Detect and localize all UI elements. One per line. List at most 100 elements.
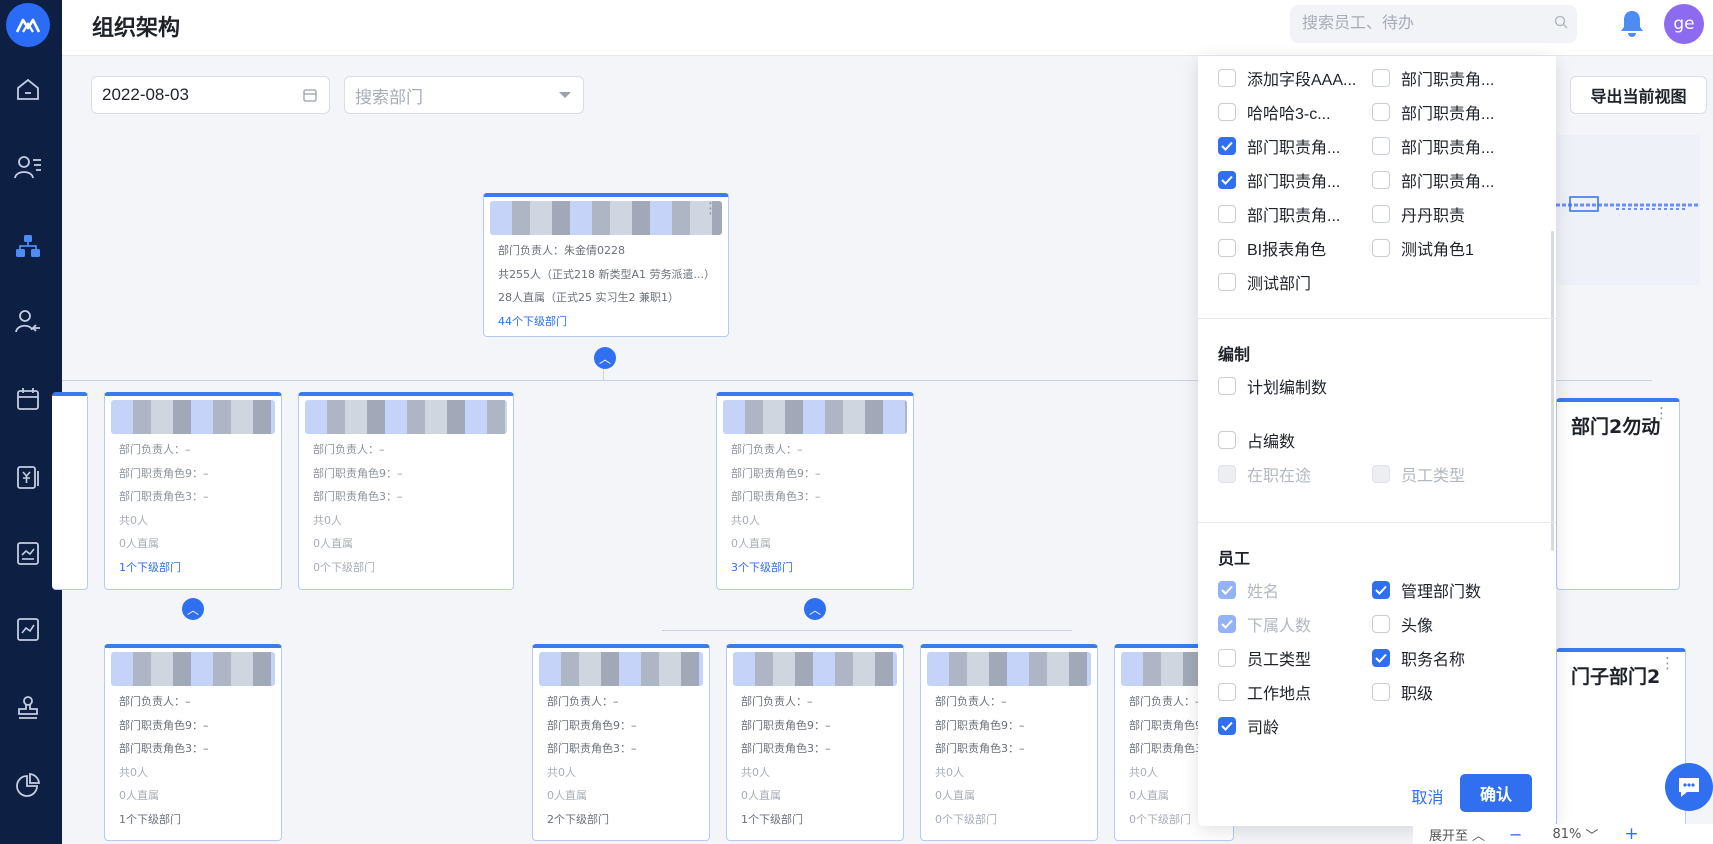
column-option-checkbox[interactable]: 哈哈哈3-c... (1218, 100, 1331, 124)
column-option-checkbox[interactable]: 部门职责角... (1372, 66, 1494, 90)
option-label: 部门职责角... (1247, 174, 1341, 191)
zoom-in-button[interactable]: + (1624, 824, 1638, 844)
org-card[interactable]: 部门2勿动 ⋮ (1556, 398, 1680, 590)
org-card[interactable]: 部门负责人：– 部门职责角色9：– 部门职责角色3：– 共0人 0人直属 1个下… (104, 644, 282, 841)
checkbox-icon (1218, 103, 1236, 121)
org-chart-icon[interactable] (13, 231, 43, 261)
chat-support-button[interactable] (1665, 763, 1713, 811)
column-option-checkbox[interactable]: 部门职责角... (1372, 168, 1494, 192)
divider (1198, 522, 1556, 523)
app-logo[interactable] (6, 3, 50, 47)
column-option-checkbox[interactable]: 占编数 (1218, 428, 1295, 452)
minimap[interactable] (1556, 135, 1700, 285)
column-option-checkbox[interactable]: 计划编制数 (1218, 374, 1327, 398)
section-title-employee: 员工 (1218, 549, 1251, 568)
dept-total: 共255人（正式218 新类型A1 劳务派遣...） (498, 267, 714, 281)
date-value: 2022-08-03 (102, 85, 189, 104)
org-card[interactable]: 部门负责人：– 部门职责角色9：– 部门职责角色3：– 共0人 0人直属 1个下… (104, 392, 282, 590)
org-card-root[interactable]: ⋮ 部门负责人：朱金倩0228 共255人（正式218 新类型A1 劳务派遣..… (483, 193, 729, 337)
dept-total: 共0人 (935, 765, 964, 779)
more-icon[interactable]: ⋮ (1654, 406, 1669, 421)
org-card[interactable]: 部门负责人：– 部门职责角色9：– 部门职责角色3：– 共0人 0人直属 0个下… (920, 644, 1098, 841)
minimap-preview (1556, 196, 1700, 212)
column-option-checkbox[interactable]: BI报表角色 (1218, 236, 1326, 260)
sub-dept-link[interactable]: 44个下级部门 (498, 310, 714, 334)
option-label: 丹丹职责 (1401, 208, 1466, 225)
column-option-checkbox[interactable]: 部门职责角... (1218, 202, 1340, 226)
chevron-down-icon[interactable]: ﹀ (1585, 825, 1598, 844)
column-option-checkbox[interactable]: 丹丹职责 (1372, 202, 1465, 226)
dept-total: 共0人 (741, 765, 770, 779)
sub-dept-link[interactable]: 0个下级部门 (313, 556, 499, 580)
cancel-button[interactable]: 取消 (1405, 781, 1450, 811)
checkbox-checked-icon (1372, 649, 1390, 667)
chevron-up-icon[interactable]: ︿ (1472, 825, 1485, 844)
date-picker[interactable]: 2022-08-03 (91, 76, 330, 114)
column-option-checkbox[interactable]: 测试角色1 (1372, 236, 1474, 260)
expand-to-label[interactable]: 展开至 (1429, 825, 1468, 844)
zoom-out-button[interactable]: − (1509, 825, 1522, 844)
calendar-icon[interactable] (13, 384, 43, 414)
column-option-checkbox[interactable]: 部门职责角... (1218, 168, 1340, 192)
more-icon[interactable]: ⋮ (1660, 656, 1675, 671)
dept-role3: 部门职责角色3：– (935, 742, 1025, 755)
report-icon[interactable] (13, 538, 43, 568)
column-option-checkbox[interactable]: 司龄 (1218, 714, 1279, 738)
blurred-dept-name (490, 201, 722, 235)
column-option-checkbox[interactable]: 职务名称 (1372, 646, 1465, 670)
column-option-checkbox[interactable]: 测试部门 (1218, 270, 1311, 294)
org-card[interactable]: 部门负责人：– 部门职责角色9：– 部门职责角色3：– 共0人 0人直属 0个下… (298, 392, 514, 590)
search-icon[interactable] (1554, 15, 1568, 29)
column-option-checkbox[interactable]: 添加字段AAA... (1218, 66, 1356, 90)
dept-head: 部门负责人：– (119, 695, 191, 708)
collapse-toggle[interactable]: ︿ (804, 598, 826, 620)
confirm-button[interactable]: 确认 (1460, 774, 1532, 812)
option-label: 测试角色1 (1401, 242, 1474, 259)
org-card[interactable]: 门子部门2 ⋮ (1556, 648, 1686, 844)
org-card[interactable]: 部门负责人：– 部门职责角色9：– 部门职责角色3：– 共0人 0人直属 2个下… (532, 644, 710, 841)
checkbox-icon (1218, 69, 1236, 87)
employee-list-icon[interactable] (13, 152, 43, 182)
connector-line (662, 630, 1072, 631)
collapse-toggle[interactable]: ︿ (594, 347, 616, 369)
column-option-checkbox[interactable]: 员工类型 (1218, 646, 1311, 670)
dept-search-select[interactable]: 搜索部门 (344, 76, 584, 114)
export-view-button[interactable]: 导出当前视图 (1570, 76, 1707, 114)
analytics-icon[interactable] (13, 770, 43, 800)
org-card-partial[interactable] (52, 392, 88, 590)
checkbox-checked-icon (1218, 581, 1236, 599)
sub-dept-link[interactable]: 0个下级部门 (935, 808, 1083, 832)
chart-icon[interactable] (13, 614, 43, 644)
column-option-checkbox[interactable]: 职级 (1372, 680, 1433, 704)
user-transfer-icon[interactable] (13, 306, 43, 336)
column-option-checkbox[interactable]: 工作地点 (1218, 680, 1311, 704)
sub-dept-link[interactable]: 3个下级部门 (731, 556, 899, 580)
sub-dept-link[interactable]: 1个下级部门 (741, 808, 889, 832)
avatar[interactable]: ge (1664, 4, 1704, 44)
collapse-toggle[interactable]: ︿ (182, 598, 204, 620)
dept-direct: 28人直属（正式25 实习生2 兼职1） (498, 291, 679, 304)
org-card[interactable]: 部门负责人：– 部门职责角色9：– 部门职责角色3：– 共0人 0人直属 3个下… (716, 392, 914, 590)
salary-icon[interactable] (13, 462, 43, 492)
chevron-down-icon (559, 92, 571, 98)
column-option-checkbox[interactable]: 部门职责角... (1218, 134, 1340, 158)
approval-icon[interactable] (13, 692, 43, 722)
sub-dept-link[interactable]: 2个下级部门 (547, 808, 695, 832)
column-option-checkbox[interactable]: 头像 (1372, 612, 1433, 636)
sub-dept-link[interactable]: 1个下级部门 (119, 808, 267, 832)
bell-icon[interactable] (1618, 8, 1646, 38)
sub-dept-link[interactable]: 1个下级部门 (119, 556, 267, 580)
blurred-dept-name (111, 400, 275, 434)
dept-role9: 部门职责角色9：– (119, 718, 209, 732)
checkbox-icon (1372, 205, 1390, 223)
column-option-checkbox[interactable]: 部门职责角... (1372, 134, 1494, 158)
column-option-checkbox[interactable]: 管理部门数 (1372, 578, 1481, 602)
more-icon[interactable]: ⋮ (703, 201, 718, 216)
org-card[interactable]: 部门负责人：– 部门职责角色9：– 部门职责角色3：– 共0人 0人直属 1个下… (726, 644, 904, 841)
global-search-input[interactable] (1290, 5, 1577, 43)
panel-scrollbar[interactable] (1551, 231, 1554, 551)
dept-total: 共0人 (731, 513, 760, 527)
column-option-checkbox[interactable]: 部门职责角... (1372, 100, 1494, 124)
dept-role9: 部门职责角色9：– (119, 466, 209, 480)
home-icon[interactable] (13, 74, 43, 104)
